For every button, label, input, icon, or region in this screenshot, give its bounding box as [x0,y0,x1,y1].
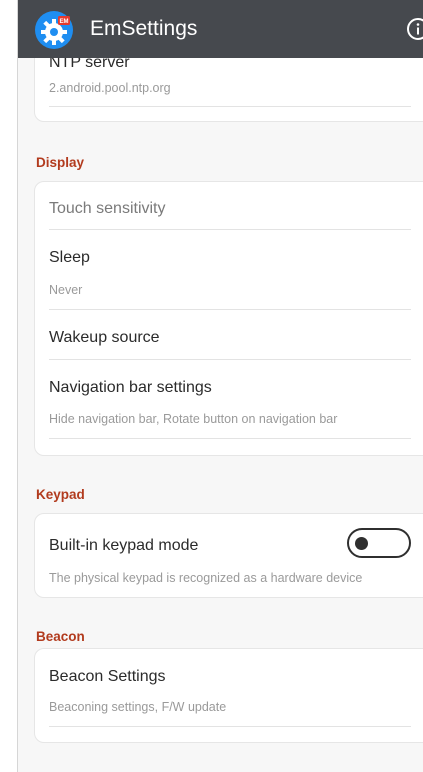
display-card: Touch sensitivity Sleep Never Wakeup sou… [34,181,423,456]
divider [49,309,411,310]
divider [49,359,411,360]
section-header-display: Display [36,155,85,170]
navigation-bar-settings-summary: Hide navigation bar, Rotate button on na… [49,412,338,426]
svg-text:EM: EM [60,19,69,25]
touch-sensitivity-item[interactable]: Touch sensitivity [49,199,166,219]
wakeup-source-item[interactable]: Wakeup source [49,328,160,348]
left-edge [0,0,18,772]
settings-content: NTP server 2.android.pool.ntp.org Displa… [18,0,423,772]
navigation-bar-settings-item[interactable]: Navigation bar settings [49,378,212,398]
divider [49,106,411,107]
section-header-keypad: Keypad [36,487,85,502]
app-title: EmSettings [90,17,198,40]
built-in-keypad-mode-summary: The physical keypad is recognized as a h… [49,571,363,585]
built-in-keypad-mode-toggle[interactable] [347,528,411,558]
toggle-knob [355,537,368,550]
sleep-value: Never [49,283,83,297]
divider [49,229,411,230]
beacon-settings-summary: Beaconing settings, F/W update [49,700,227,714]
divider [49,726,411,727]
screen: EM EmSettings NTP server 2.android.pool.… [0,0,423,772]
beacon-card: Beacon Settings Beaconing settings, F/W … [34,648,423,743]
divider [49,438,411,439]
keypad-card: Built-in keypad mode The physical keypad… [34,513,423,598]
app-bar: EM EmSettings [18,0,423,58]
built-in-keypad-mode-item[interactable]: Built-in keypad mode [49,536,198,556]
beacon-settings-item[interactable]: Beacon Settings [49,667,166,687]
section-header-beacon: Beacon [36,629,85,644]
ntp-server-value: 2.android.pool.ntp.org [49,81,171,95]
sleep-item[interactable]: Sleep [49,248,90,268]
info-icon[interactable] [406,17,423,41]
app-logo-icon: EM [35,11,73,49]
